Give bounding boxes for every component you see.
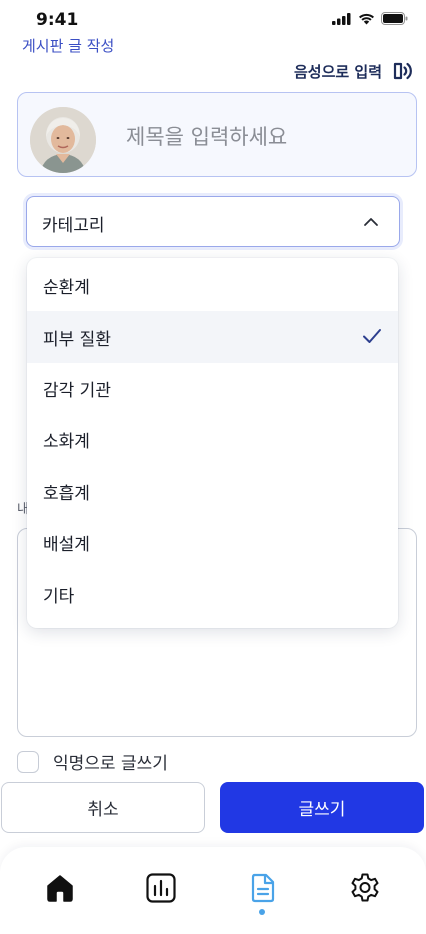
chevron-up-icon [364,218,378,226]
home-icon [47,875,73,902]
battery-icon [381,12,408,25]
avatar[interactable] [30,107,96,173]
category-option-digestive[interactable]: 소화계 [27,414,398,465]
wifi-icon [359,13,374,24]
option-label: 소화계 [43,432,90,453]
voice-input-button[interactable]: 음성으로 입력 [294,60,414,82]
title-input[interactable] [126,119,396,155]
bottom-nav [0,847,426,934]
document-icon [251,873,275,903]
category-option-skin[interactable]: 피부 질환 [27,311,398,363]
option-label: 순환계 [43,278,90,299]
anonymous-row[interactable]: 익명으로 글쓰기 [17,749,168,774]
active-indicator-dot [259,909,265,915]
title-box [17,92,417,177]
avatar-image [30,107,96,173]
category-option-other[interactable]: 기타 [27,568,398,619]
status-icons [332,12,408,25]
option-label: 감각 기관 [43,380,111,401]
submit-button[interactable]: 글쓰기 [220,782,424,833]
option-label: 피부 질환 [43,329,111,350]
option-label: 배설계 [43,535,90,556]
nav-home[interactable] [43,871,77,905]
category-select[interactable]: 카테고리 [26,196,400,247]
category-select-label: 카테고리 [42,216,105,236]
category-option-respiratory[interactable]: 호흡계 [27,466,398,517]
nav-stats[interactable] [144,871,178,905]
voice-input-label: 음성으로 입력 [293,62,382,81]
signal-icon [332,12,351,25]
gear-icon [351,873,379,902]
bar-chart-icon [146,873,176,903]
category-option-circulatory[interactable]: 순환계 [27,260,398,311]
check-icon [363,329,381,344]
anonymous-label: 익명으로 글쓰기 [53,754,168,774]
category-option-sensory[interactable]: 감각 기관 [27,363,398,414]
nav-settings[interactable] [348,871,382,905]
category-dropdown-menu: 순환계 피부 질환 감각 기관 소화계 호흡계 배설계 기타 [27,258,398,628]
page-title: 게시판 글 작성 [22,37,115,55]
cancel-button[interactable]: 취소 [1,782,205,833]
status-time: 9:41 [36,10,79,30]
anonymous-checkbox[interactable] [17,750,39,773]
status-bar: 9:41 [0,0,426,34]
option-label: 호흡계 [43,483,90,504]
speaker-icon [393,62,412,80]
nav-board[interactable] [246,871,280,905]
category-option-excretory[interactable]: 배설계 [27,517,398,568]
option-label: 기타 [43,586,75,607]
